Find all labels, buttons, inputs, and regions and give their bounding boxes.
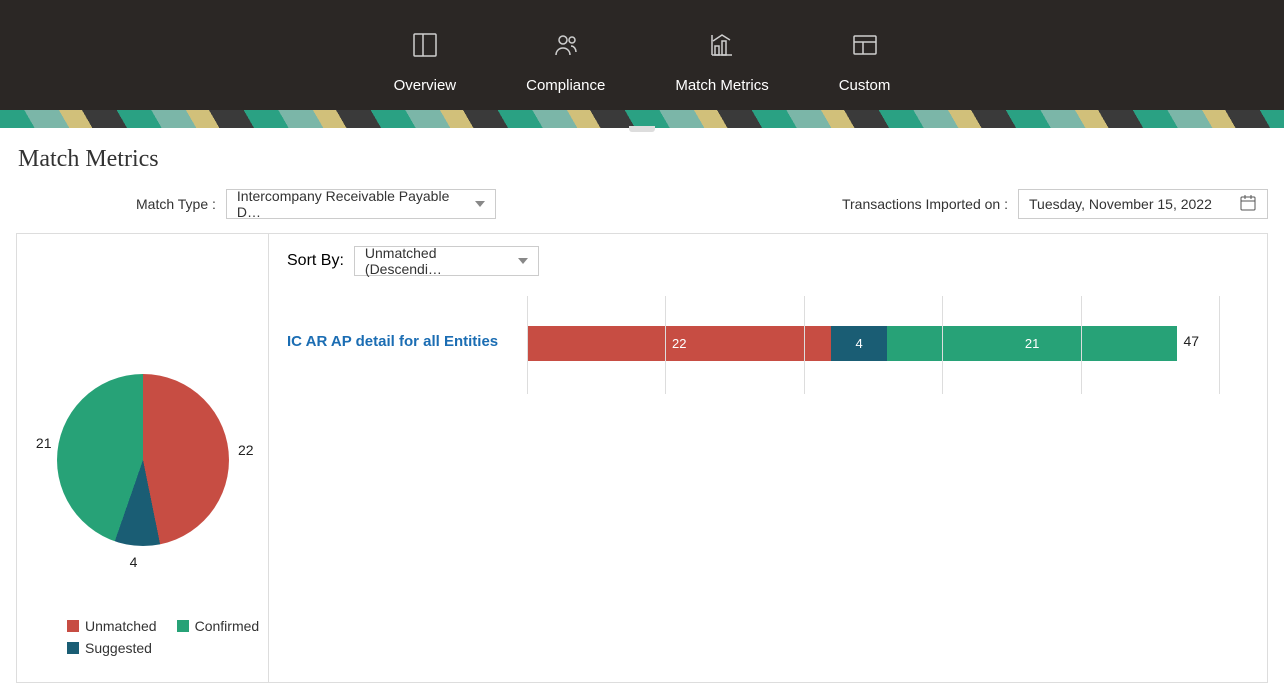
legend-swatch-unmatched bbox=[67, 620, 79, 632]
calendar-icon bbox=[1239, 194, 1257, 215]
decorative-strip bbox=[0, 110, 1284, 128]
bar-segment-suggested[interactable]: 4 bbox=[831, 326, 886, 361]
chevron-down-icon bbox=[518, 258, 528, 264]
pie-legend: Unmatched Confirmed Suggested bbox=[67, 618, 259, 662]
stacked-bar-chart: IC AR AP detail for all Entities 22421 4… bbox=[287, 296, 1249, 394]
legend-label-suggested: Suggested bbox=[85, 640, 152, 656]
overview-icon bbox=[411, 31, 439, 63]
nav-label: Compliance bbox=[526, 77, 605, 94]
bar-segment-unmatched[interactable]: 22 bbox=[527, 326, 831, 361]
sort-by-value: Unmatched (Descendi… bbox=[365, 245, 508, 277]
grid-line bbox=[1219, 296, 1220, 394]
filter-row: Match Type : Intercompany Receivable Pay… bbox=[16, 189, 1268, 219]
legend-swatch-confirmed bbox=[177, 620, 189, 632]
grid-line bbox=[527, 296, 528, 394]
chart-icon bbox=[708, 31, 736, 63]
page-title: Match Metrics bbox=[18, 146, 1268, 173]
nav-compliance[interactable]: Compliance bbox=[526, 31, 605, 94]
pie-label-unmatched: 22 bbox=[238, 442, 254, 458]
nav-overview[interactable]: Overview bbox=[394, 31, 457, 94]
imported-on-label: Transactions Imported on : bbox=[842, 196, 1008, 212]
imported-on-value: Tuesday, November 15, 2022 bbox=[1029, 196, 1212, 212]
imported-on-date-picker[interactable]: Tuesday, November 15, 2022 bbox=[1018, 189, 1268, 219]
drag-handle[interactable] bbox=[629, 126, 655, 132]
bar-segment-confirmed[interactable]: 21 bbox=[887, 326, 1178, 361]
legend-label-unmatched: Unmatched bbox=[85, 618, 157, 634]
chevron-down-icon bbox=[475, 201, 485, 207]
users-icon bbox=[552, 31, 580, 63]
legend-row: Unmatched Confirmed bbox=[67, 618, 259, 634]
pie-label-confirmed: 21 bbox=[36, 435, 52, 451]
legend-row: Suggested bbox=[67, 640, 259, 656]
nav-match-metrics[interactable]: Match Metrics bbox=[675, 31, 768, 94]
grid-line bbox=[1081, 296, 1082, 394]
bar-row-label[interactable]: IC AR AP detail for all Entities bbox=[287, 333, 498, 350]
sort-by-select[interactable]: Unmatched (Descendi… bbox=[354, 246, 539, 276]
page-body: Match Metrics Match Type : Intercompany … bbox=[0, 128, 1284, 699]
legend-label-confirmed: Confirmed bbox=[195, 618, 260, 634]
nav-custom[interactable]: Custom bbox=[839, 31, 891, 94]
match-type-select[interactable]: Intercompany Receivable Payable D… bbox=[226, 189, 496, 219]
nav-label: Custom bbox=[839, 77, 891, 94]
pie-slices bbox=[57, 374, 229, 546]
bar-row-total: 47 bbox=[1183, 333, 1199, 349]
bar-panel: Sort By: Unmatched (Descendi… IC AR AP d… bbox=[269, 234, 1267, 682]
sort-row: Sort By: Unmatched (Descendi… bbox=[287, 246, 1249, 276]
bar-row: 22421 bbox=[527, 326, 1219, 361]
nav-label: Overview bbox=[394, 77, 457, 94]
match-type-value: Intercompany Receivable Payable D… bbox=[237, 188, 465, 220]
panels: 22 4 21 Unmatched Confirmed Suggested bbox=[16, 233, 1268, 683]
grid-line bbox=[804, 296, 805, 394]
grid-line bbox=[665, 296, 666, 394]
top-nav-inner: Overview Compliance Match Metrics Custom bbox=[394, 31, 891, 110]
legend-swatch-suggested bbox=[67, 642, 79, 654]
nav-label: Match Metrics bbox=[675, 77, 768, 94]
pie-label-suggested: 4 bbox=[130, 554, 138, 570]
pie-chart: 22 4 21 bbox=[27, 344, 259, 576]
match-type-label: Match Type : bbox=[136, 196, 216, 212]
top-nav: Overview Compliance Match Metrics Custom bbox=[0, 0, 1284, 110]
grid-line bbox=[942, 296, 943, 394]
layout-icon bbox=[851, 31, 879, 63]
sort-by-label: Sort By: bbox=[287, 252, 344, 270]
pie-panel: 22 4 21 Unmatched Confirmed Suggested bbox=[17, 234, 269, 682]
